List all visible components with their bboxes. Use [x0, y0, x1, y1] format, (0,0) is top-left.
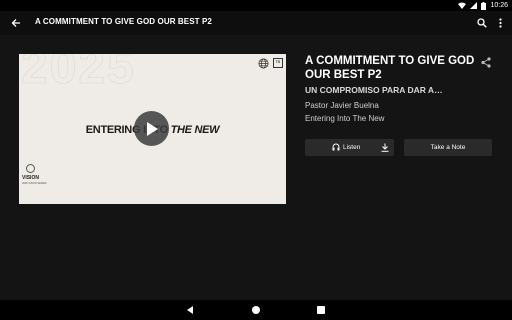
nav-recents-icon[interactable]	[317, 306, 325, 314]
series-name[interactable]: Entering Into The New	[305, 114, 495, 123]
nav-back-icon[interactable]	[185, 305, 195, 315]
wifi-icon	[458, 2, 467, 9]
video-headline-italic: THE NEW	[170, 124, 220, 136]
sermon-subtitle: UN COMPROMISO PARA DAR A…	[305, 85, 443, 95]
speaker-name[interactable]: Pastor Javier Buelna	[305, 101, 495, 110]
sermon-title: A COMMITMENT TO GIVE GOD OUR BEST P2	[305, 55, 475, 81]
more-options-button[interactable]	[494, 15, 506, 31]
status-bar: 10:26	[0, 0, 512, 11]
app-bar-title: A COMMITMENT TO GIVE GOD OUR BEST P2	[35, 17, 212, 26]
listen-button-content: Listen	[332, 143, 360, 151]
search-button[interactable]	[474, 15, 490, 31]
play-icon	[146, 121, 158, 136]
battery-icon	[481, 1, 487, 10]
video-player[interactable]: 2025 TS ENTERING INTO THE NEW VISION 202…	[19, 54, 286, 204]
share-button[interactable]	[480, 56, 492, 68]
back-button[interactable]	[8, 15, 24, 31]
nav-home-icon[interactable]	[252, 306, 260, 314]
headphones-icon	[332, 143, 340, 151]
globe-icon	[258, 58, 269, 69]
system-nav-bar	[0, 300, 512, 320]
status-icons: 10:26	[458, 1, 508, 10]
brand-logo	[26, 164, 35, 173]
video-watermark: 2025	[21, 54, 136, 94]
download-icon	[381, 143, 388, 152]
download-button[interactable]	[379, 142, 390, 153]
search-icon	[477, 18, 487, 28]
brand-tagline: 2025 VISION SERIES	[22, 182, 47, 185]
back-arrow-icon	[11, 19, 20, 27]
listen-button[interactable]: Listen	[305, 139, 394, 156]
take-note-button[interactable]: Take a Note	[404, 139, 492, 156]
more-vert-icon	[498, 18, 502, 28]
signal-icon	[470, 2, 478, 9]
status-time: 10:26	[490, 2, 508, 9]
share-icon	[481, 56, 491, 68]
brand-name: VISION	[22, 175, 39, 181]
corner-logo: TS	[273, 58, 283, 68]
sermon-details: A COMMITMENT TO GIVE GOD OUR BEST P2 UN …	[305, 54, 495, 123]
listen-label: Listen	[343, 143, 361, 151]
app-bar: A COMMITMENT TO GIVE GOD OUR BEST P2	[0, 11, 512, 35]
play-button[interactable]	[134, 111, 169, 146]
